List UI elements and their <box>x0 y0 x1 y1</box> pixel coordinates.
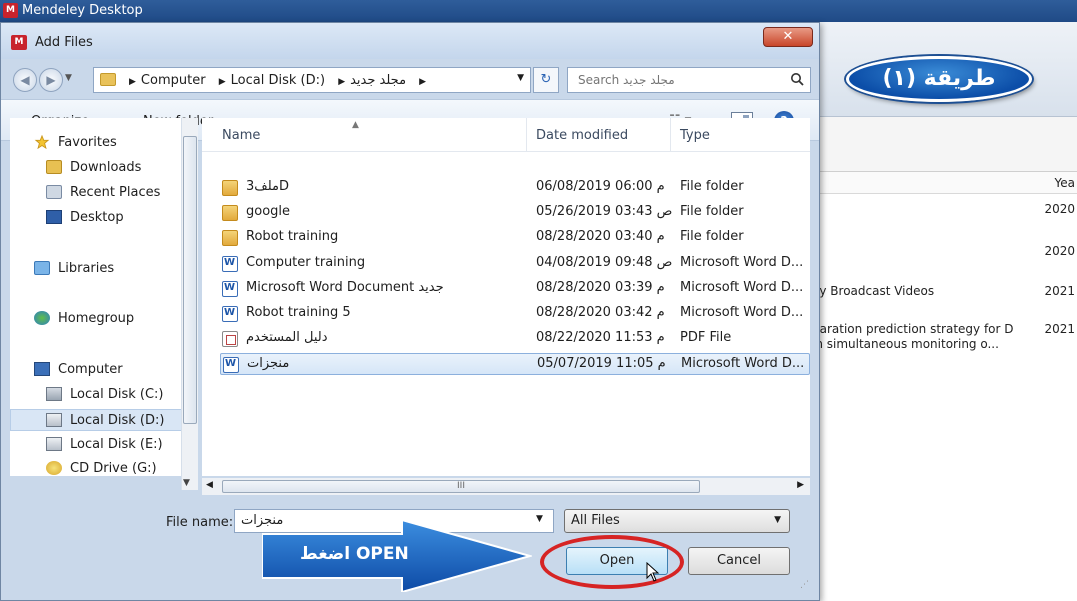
scrollbar-thumb[interactable]: III <box>222 480 700 493</box>
close-button[interactable]: ✕ <box>763 27 813 47</box>
file-row[interactable]: Microsoft Word Document جديد 08/28/2020 … <box>220 278 810 300</box>
search-input[interactable] <box>567 67 811 93</box>
mendeley-list-header: Yea <box>820 172 1077 194</box>
column-header-date-modified[interactable]: Date modified <box>536 128 628 143</box>
forward-button[interactable]: ▶ <box>39 68 63 92</box>
dialog-title-bar: M Add Files ✕ <box>1 23 819 59</box>
resize-grip[interactable]: ⋰ <box>800 580 809 590</box>
mendeley-document-list: Yea 2020 2020 ey Broadcast Videos 2021 p… <box>812 172 1077 601</box>
desktop-icon <box>46 210 62 224</box>
file-row-selected[interactable]: منجزات 05/07/2019 11:05 م Microsoft Word… <box>220 353 810 375</box>
word-document-icon <box>222 281 238 297</box>
year-column-header[interactable]: Yea <box>1055 176 1075 190</box>
recent-locations-dropdown-icon[interactable]: ▼ <box>65 73 72 83</box>
cancel-button[interactable]: Cancel <box>688 547 790 575</box>
chevron-right-icon[interactable]: ▶ <box>797 480 804 490</box>
mendeley-title-bar: M Mendeley Desktop <box>0 0 1077 22</box>
file-row[interactable]: دليل المستخدم 08/22/2020 11:53 م PDF Fil… <box>220 328 810 350</box>
navigation-scrollbar[interactable] <box>181 118 198 490</box>
folder-icon <box>222 230 238 246</box>
address-row: ◀ ▶ ▼ ▶ Computer ▶ Local Disk (D:) ▶ مجلد ج… <box>1 59 819 97</box>
file-row[interactable]: ملف3D 06/08/2019 06:00 م File folder <box>220 177 810 199</box>
horizontal-scrollbar[interactable]: ◀ III ▶ <box>202 478 810 495</box>
disk-icon <box>46 437 62 451</box>
chevron-down-icon[interactable]: ▼ <box>536 514 543 524</box>
nav-item-libraries[interactable]: Libraries <box>10 258 185 280</box>
refresh-button[interactable]: ↻ <box>533 67 559 93</box>
file-type-select[interactable]: All Files ▼ <box>564 509 790 533</box>
tutorial-arrow-label: اضغط OPEN <box>300 544 409 564</box>
nav-item-desktop[interactable]: Desktop <box>10 207 185 229</box>
file-row[interactable]: google 05/26/2019 03:43 ص File folder <box>220 202 810 224</box>
computer-icon <box>34 362 50 376</box>
nav-item-cd-drive-g[interactable]: CD Drive (G:) <box>10 458 185 480</box>
breadcrumb-item[interactable]: مجلد جديد <box>350 73 406 88</box>
chevron-down-icon[interactable]: ▼ <box>517 73 524 83</box>
mendeley-title: Mendeley Desktop <box>22 3 143 18</box>
libraries-icon <box>34 261 50 275</box>
breadcrumb-item[interactable]: Computer <box>141 73 206 88</box>
column-header-name[interactable]: Name <box>222 128 260 143</box>
cd-drive-icon <box>46 461 62 475</box>
chevron-down-icon: ▼ <box>774 515 781 525</box>
file-name-label: File name: <box>166 515 234 530</box>
scrollbar-thumb[interactable] <box>183 136 197 424</box>
mouse-cursor-icon <box>646 562 660 582</box>
folder-icon <box>222 205 238 221</box>
disk-icon <box>46 413 62 427</box>
word-document-icon <box>222 256 238 272</box>
nav-item-computer[interactable]: Computer <box>10 359 185 381</box>
file-row[interactable]: Robot training 5 08/28/2020 03:42 م Micr… <box>220 303 810 325</box>
nav-item-local-disk-c[interactable]: Local Disk (C:) <box>10 384 185 406</box>
back-button[interactable]: ◀ <box>13 68 37 92</box>
pdf-file-icon <box>222 331 238 347</box>
method-badge: طريقة (١) <box>846 56 1032 102</box>
mendeley-logo-icon: M <box>3 3 18 18</box>
nav-item-downloads[interactable]: Downloads <box>10 157 185 179</box>
word-document-icon <box>223 357 239 373</box>
navigation-pane: Favorites Downloads Recent Places Deskto… <box>10 118 198 476</box>
sort-ascending-icon: ▲ <box>352 120 359 130</box>
downloads-folder-icon <box>46 160 62 174</box>
file-list: ▲ Name Date modified Type ملف3D 06/08/20… <box>202 118 810 476</box>
chevron-left-icon[interactable]: ◀ <box>206 480 213 490</box>
folder-icon <box>100 73 116 86</box>
mendeley-logo-icon: M <box>11 35 27 50</box>
star-icon <box>34 135 50 149</box>
nav-item-favorites[interactable]: Favorites <box>10 132 185 154</box>
highlight-ellipse <box>540 535 684 589</box>
file-row[interactable]: Computer training 04/08/2019 09:48 ص Mic… <box>220 253 810 275</box>
search-icon <box>791 73 804 86</box>
dialog-title: Add Files <box>35 35 93 50</box>
address-bar[interactable]: ▶ Computer ▶ Local Disk (D:) ▶ مجلد جديد ▶ … <box>93 67 531 93</box>
file-row[interactable]: Robot training 08/28/2020 03:40 م File f… <box>220 227 810 249</box>
breadcrumb: ▶ Computer ▶ Local Disk (D:) ▶ مجلد جديد ▶ <box>129 73 427 88</box>
file-list-header: ▲ Name Date modified Type <box>202 118 810 152</box>
disk-icon <box>46 387 62 401</box>
breadcrumb-item[interactable]: Local Disk (D:) <box>231 73 325 88</box>
file-type-value: All Files <box>571 513 620 528</box>
word-document-icon <box>222 306 238 322</box>
homegroup-icon <box>34 311 50 325</box>
nav-item-homegroup[interactable]: Homegroup <box>10 308 185 330</box>
nav-item-recent-places[interactable]: Recent Places <box>10 182 185 204</box>
nav-item-local-disk-d[interactable]: Local Disk (D:) <box>10 409 185 431</box>
nav-item-local-disk-e[interactable]: Local Disk (E:) <box>10 434 185 456</box>
recent-places-icon <box>46 185 62 199</box>
column-header-type[interactable]: Type <box>680 128 710 143</box>
chevron-down-icon[interactable]: ▼ <box>183 478 190 488</box>
mendeley-subbar <box>820 117 1077 172</box>
folder-icon <box>222 180 238 196</box>
